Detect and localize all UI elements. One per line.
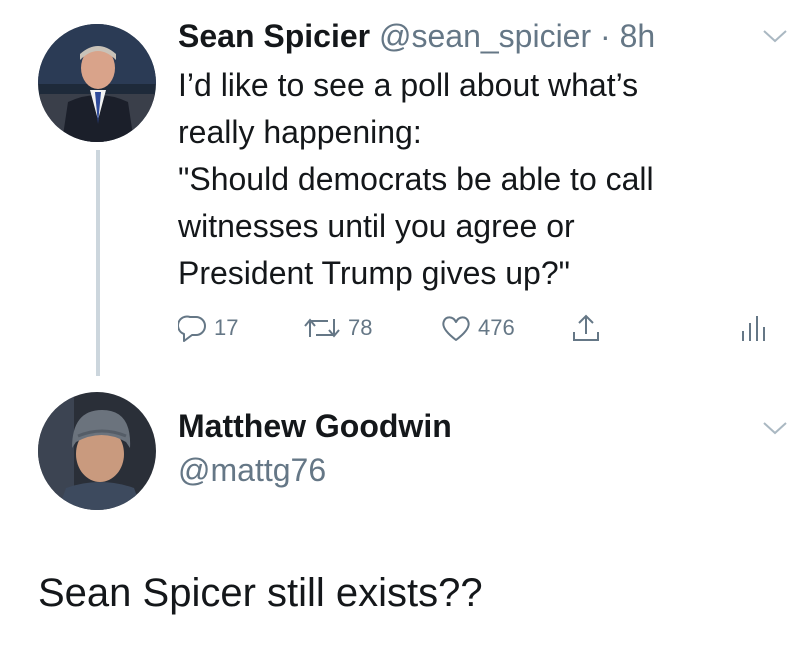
like-icon bbox=[442, 316, 470, 341]
avatar-image bbox=[38, 392, 156, 510]
avatar-image bbox=[38, 24, 156, 142]
reply-count: 17 bbox=[214, 315, 239, 340]
tweet2-text: Sean Spicer still exists?? bbox=[38, 571, 483, 615]
share-button[interactable] bbox=[570, 310, 602, 346]
chevron-down-icon[interactable] bbox=[762, 28, 788, 44]
reply-icon bbox=[178, 315, 206, 342]
chevron-down-icon[interactable] bbox=[762, 420, 788, 436]
retweet-icon bbox=[304, 318, 340, 338]
avatar-matthew-goodwin[interactable] bbox=[38, 392, 156, 510]
thread-line bbox=[96, 150, 100, 376]
tweet1-header: Sean Spicier @sean_spicier · 8h bbox=[178, 16, 655, 56]
tweet1-text: I’d like to see a poll about what’s real… bbox=[178, 62, 758, 297]
tweet1-text-line: I’d like to see a poll about what’s bbox=[178, 67, 639, 103]
tweet2-display-name[interactable]: Matthew Goodwin bbox=[178, 406, 452, 446]
tweet1-text-line: "Should democrats be able to call bbox=[178, 161, 654, 197]
tweet1-text-line: really happening: bbox=[178, 114, 422, 150]
analytics-icon bbox=[742, 316, 765, 341]
tweet1-actions: 17 78 476 bbox=[178, 310, 778, 346]
retweet-button[interactable]: 78 bbox=[302, 310, 372, 346]
tweet1-text-line: witnesses until you agree or bbox=[178, 208, 575, 244]
share-icon bbox=[573, 314, 599, 341]
tweet1-handle-time: @sean_spicier · 8h bbox=[378, 18, 656, 54]
tweet1-text-line: President Trump gives up?" bbox=[178, 255, 570, 291]
analytics-button[interactable] bbox=[738, 310, 766, 346]
tweet1-display-name[interactable]: Sean Spicier bbox=[178, 18, 370, 54]
tweet2-handle[interactable]: @mattg76 bbox=[178, 450, 326, 490]
like-button[interactable]: 476 bbox=[440, 310, 515, 346]
retweet-count: 78 bbox=[348, 315, 373, 340]
like-count: 476 bbox=[478, 315, 515, 340]
reply-button[interactable]: 17 bbox=[178, 310, 238, 346]
avatar-sean-spicier[interactable] bbox=[38, 24, 156, 142]
